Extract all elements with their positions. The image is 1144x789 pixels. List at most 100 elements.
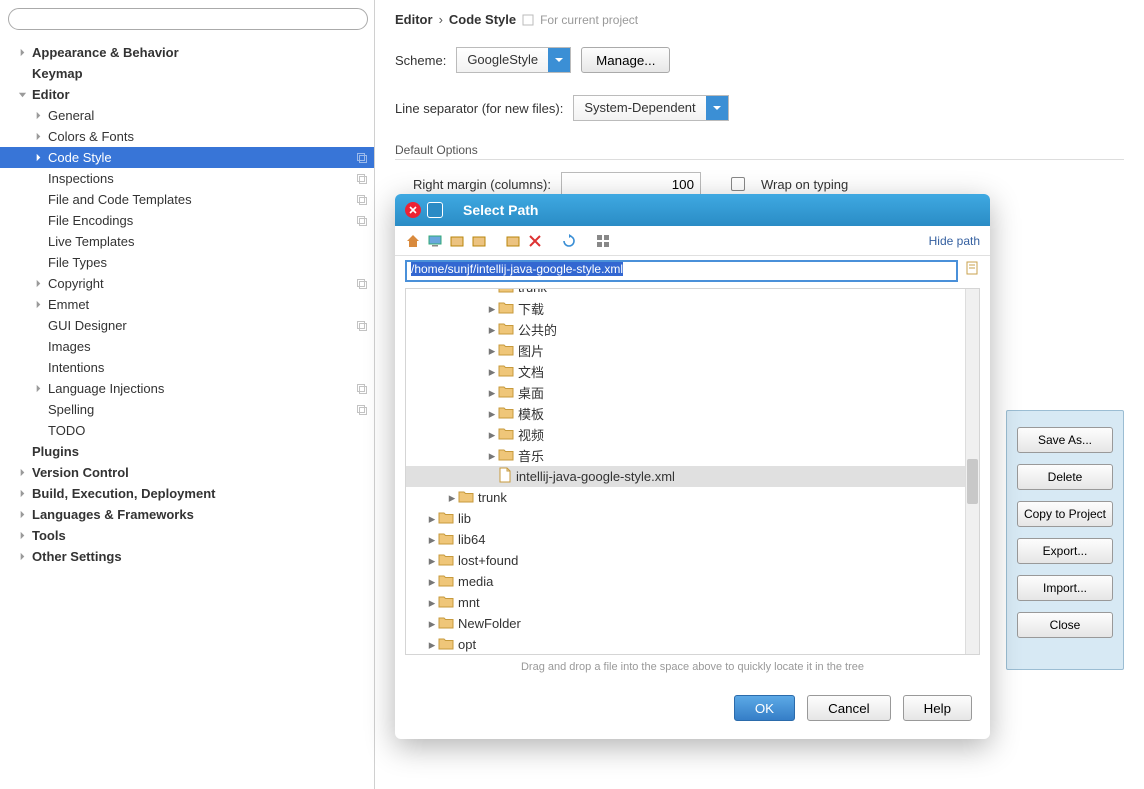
sidebar-item[interactable]: Version Control bbox=[0, 462, 374, 483]
folder-row[interactable]: ▸lost+found bbox=[406, 550, 979, 571]
sidebar-item[interactable]: Code Style bbox=[0, 147, 374, 168]
folder-row[interactable]: ▸trunk bbox=[406, 487, 979, 508]
delete-icon[interactable] bbox=[527, 233, 543, 249]
search-input[interactable] bbox=[8, 8, 368, 30]
project-icon[interactable] bbox=[449, 233, 465, 249]
folder-icon bbox=[498, 321, 518, 338]
sidebar-item[interactable]: Language Injections bbox=[0, 378, 374, 399]
folder-row[interactable]: ▸文档 bbox=[406, 361, 979, 382]
select-path-dialog: Select Path Hide path /home/sunjf/intell… bbox=[395, 194, 990, 739]
file-tree[interactable]: trunk▸下载▸公共的▸图片▸文档▸桌面▸模板▸视频▸音乐intellij-j… bbox=[405, 288, 980, 655]
module-icon[interactable] bbox=[471, 233, 487, 249]
sidebar-item-label: Version Control bbox=[32, 465, 368, 480]
import-button[interactable]: Import... bbox=[1017, 575, 1113, 601]
sidebar-item-label: Plugins bbox=[32, 444, 368, 459]
wrap-checkbox[interactable] bbox=[731, 177, 745, 191]
linesep-combo[interactable]: System-Dependent bbox=[573, 95, 728, 121]
sidebar-item[interactable]: Other Settings bbox=[0, 546, 374, 567]
cancel-button[interactable]: Cancel bbox=[807, 695, 891, 721]
sidebar-item[interactable]: Keymap bbox=[0, 63, 374, 84]
spacer bbox=[32, 215, 44, 227]
sidebar-item-label: Images bbox=[48, 339, 368, 354]
close-button[interactable]: Close bbox=[1017, 612, 1113, 638]
folder-row[interactable]: ▸模板 bbox=[406, 403, 979, 424]
folder-icon bbox=[438, 594, 458, 611]
folder-row[interactable]: ▸NewFolder bbox=[406, 613, 979, 634]
sidebar-item[interactable]: Languages & Frameworks bbox=[0, 504, 374, 525]
spacer bbox=[16, 68, 28, 80]
sidebar-item[interactable]: Tools bbox=[0, 525, 374, 546]
scheme-value: GoogleStyle bbox=[457, 48, 548, 72]
save-as-button[interactable]: Save As... bbox=[1017, 427, 1113, 453]
sidebar-item-label: Live Templates bbox=[48, 234, 368, 249]
scrollbar-thumb[interactable] bbox=[967, 459, 978, 504]
folder-row[interactable]: ▸mnt bbox=[406, 592, 979, 613]
spacer bbox=[32, 173, 44, 185]
sidebar-item[interactable]: General bbox=[0, 105, 374, 126]
sidebar-item[interactable]: Appearance & Behavior bbox=[0, 42, 374, 63]
sidebar-item[interactable]: Emmet bbox=[0, 294, 374, 315]
caret-right-icon: ▸ bbox=[486, 364, 498, 380]
sidebar-item[interactable]: Images bbox=[0, 336, 374, 357]
sidebar-item[interactable]: Editor bbox=[0, 84, 374, 105]
sidebar-item[interactable]: Intentions bbox=[0, 357, 374, 378]
manage-button[interactable]: Manage... bbox=[581, 47, 670, 73]
show-hidden-icon[interactable] bbox=[595, 233, 611, 249]
scheme-combo[interactable]: GoogleStyle bbox=[456, 47, 571, 73]
folder-row[interactable]: trunk bbox=[406, 288, 979, 298]
sidebar-item[interactable]: Plugins bbox=[0, 441, 374, 462]
breadcrumb: Editor › Code Style For current project bbox=[395, 12, 1124, 27]
folder-icon bbox=[498, 405, 518, 422]
sidebar-item-label: File Encodings bbox=[48, 213, 356, 228]
desktop-icon[interactable] bbox=[427, 233, 443, 249]
breadcrumb-editor[interactable]: Editor bbox=[395, 12, 433, 27]
folder-row[interactable]: ▸lib bbox=[406, 508, 979, 529]
folder-row[interactable]: ▸opt bbox=[406, 634, 979, 655]
refresh-icon[interactable] bbox=[561, 233, 577, 249]
sidebar-item[interactable]: Copyright bbox=[0, 273, 374, 294]
project-override-icon bbox=[356, 404, 368, 416]
spacer bbox=[32, 362, 44, 374]
folder-row[interactable]: ▸公共的 bbox=[406, 319, 979, 340]
hide-path-link[interactable]: Hide path bbox=[929, 234, 980, 248]
sidebar-item[interactable]: File and Code Templates bbox=[0, 189, 374, 210]
history-icon[interactable] bbox=[964, 260, 980, 276]
default-options-title: Default Options bbox=[395, 143, 1124, 160]
new-folder-icon[interactable] bbox=[505, 233, 521, 249]
folder-row[interactable]: ▸media bbox=[406, 571, 979, 592]
sidebar-item[interactable]: Inspections bbox=[0, 168, 374, 189]
help-button[interactable]: Help bbox=[903, 695, 972, 721]
caret-down-icon bbox=[16, 89, 28, 101]
sidebar-item[interactable]: TODO bbox=[0, 420, 374, 441]
caret-right-icon: ▸ bbox=[486, 343, 498, 359]
tree-item-label: lib bbox=[458, 511, 471, 526]
path-input[interactable]: /home/sunjf/intellij-java-google-style.x… bbox=[405, 260, 958, 282]
folder-row[interactable]: ▸音乐 bbox=[406, 445, 979, 466]
scrollbar[interactable] bbox=[965, 289, 979, 654]
delete-button[interactable]: Delete bbox=[1017, 464, 1113, 490]
file-row[interactable]: intellij-java-google-style.xml bbox=[406, 466, 979, 487]
sidebar-item[interactable]: Colors & Fonts bbox=[0, 126, 374, 147]
folder-row[interactable]: ▸下载 bbox=[406, 298, 979, 319]
margin-input[interactable] bbox=[561, 172, 701, 196]
tree-item-label: NewFolder bbox=[458, 616, 521, 631]
home-icon[interactable] bbox=[405, 233, 421, 249]
sidebar-item[interactable]: Build, Execution, Deployment bbox=[0, 483, 374, 504]
sidebar-item[interactable]: File Encodings bbox=[0, 210, 374, 231]
sidebar-item-label: File and Code Templates bbox=[48, 192, 356, 207]
folder-row[interactable]: ▸图片 bbox=[406, 340, 979, 361]
export-button[interactable]: Export... bbox=[1017, 538, 1113, 564]
dialog-titlebar[interactable]: Select Path bbox=[395, 194, 990, 226]
sidebar-item[interactable]: GUI Designer bbox=[0, 315, 374, 336]
folder-row[interactable]: ▸桌面 bbox=[406, 382, 979, 403]
sidebar-item[interactable]: File Types bbox=[0, 252, 374, 273]
sidebar-item[interactable]: Spelling bbox=[0, 399, 374, 420]
close-icon[interactable] bbox=[405, 202, 421, 218]
copy-to-project-button[interactable]: Copy to Project bbox=[1017, 501, 1113, 527]
spacer bbox=[32, 236, 44, 248]
ok-button[interactable]: OK bbox=[734, 695, 795, 721]
sidebar-item[interactable]: Live Templates bbox=[0, 231, 374, 252]
folder-row[interactable]: ▸lib64 bbox=[406, 529, 979, 550]
maximize-icon[interactable] bbox=[427, 202, 443, 218]
folder-row[interactable]: ▸视频 bbox=[406, 424, 979, 445]
